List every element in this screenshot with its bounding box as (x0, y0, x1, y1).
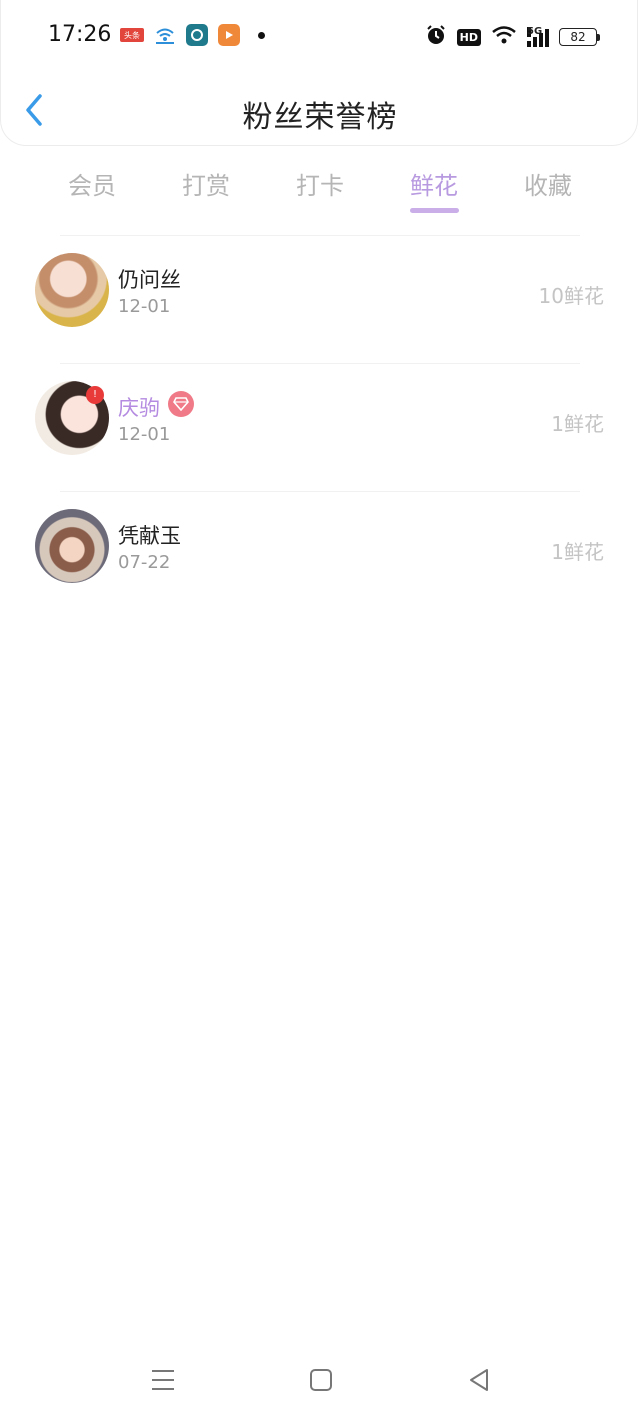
avatar[interactable] (35, 509, 109, 583)
flower-count: 1鲜花 (551, 540, 604, 564)
list-item[interactable]: 仍问丝 12-01 10鲜花 (0, 236, 640, 364)
fan-date: 12-01 (118, 296, 171, 317)
notification-icons: 头条 (120, 24, 265, 46)
video-app-icon (218, 24, 240, 46)
triangle-back-icon (470, 1369, 488, 1391)
tab-bar: 会员 打赏 打卡 鲜花 收藏 (35, 166, 605, 216)
wifi-icon (491, 25, 517, 49)
avatar[interactable] (35, 253, 109, 327)
hd-icon: HD (456, 28, 481, 46)
battery-level: 82 (559, 28, 597, 46)
system-icons: HD 5G 82 (425, 24, 600, 50)
fan-name: 凭献玉 (118, 524, 181, 548)
fan-date: 12-01 (118, 424, 171, 445)
diamond-vip-icon (168, 391, 194, 417)
flower-count: 10鲜花 (538, 284, 604, 308)
flower-count: 1鲜花 (551, 412, 604, 436)
square-home-icon (310, 1369, 332, 1391)
alarm-icon (425, 24, 447, 50)
status-time: 17:26 (48, 22, 112, 47)
home-button[interactable] (303, 1360, 339, 1400)
tab-flowers[interactable]: 鲜花 (377, 166, 491, 216)
status-bar: 17:26 头条 HD 5G 82 (0, 0, 640, 70)
back-nav-button[interactable] (461, 1360, 497, 1400)
teal-app-icon (186, 24, 208, 46)
page-title: 粉丝荣誉榜 (242, 100, 398, 135)
tab-tips[interactable]: 打赏 (149, 166, 263, 216)
fan-name: 庆驹 (118, 396, 160, 420)
nav-bar: 粉丝荣誉榜 (0, 78, 640, 144)
system-navigation-bar (0, 1360, 640, 1406)
toutiao-icon: 头条 (120, 28, 144, 42)
list-item[interactable]: ! 庆驹 12-01 1鲜花 (0, 364, 640, 492)
menu-button[interactable] (145, 1360, 181, 1400)
cellular-signal-icon: 5G (527, 27, 549, 47)
fan-list: 仍问丝 12-01 10鲜花 ! 庆驹 12-01 1鲜花 凭献玉 07-22 … (0, 236, 640, 620)
menu-icon (152, 1370, 174, 1390)
tab-checkin[interactable]: 打卡 (263, 166, 377, 216)
tab-favorites[interactable]: 收藏 (491, 166, 605, 216)
tab-members[interactable]: 会员 (35, 166, 149, 216)
list-item[interactable]: 凭献玉 07-22 1鲜花 (0, 492, 640, 620)
fan-date: 07-22 (118, 552, 171, 573)
network-type-label: 5G (527, 26, 543, 37)
fan-name: 仍问丝 (118, 268, 181, 292)
battery-icon: 82 (559, 28, 600, 46)
more-notifications-dot-icon (258, 31, 265, 39)
avatar-badge-icon: ! (86, 386, 104, 404)
wifi-app-icon (154, 24, 176, 46)
